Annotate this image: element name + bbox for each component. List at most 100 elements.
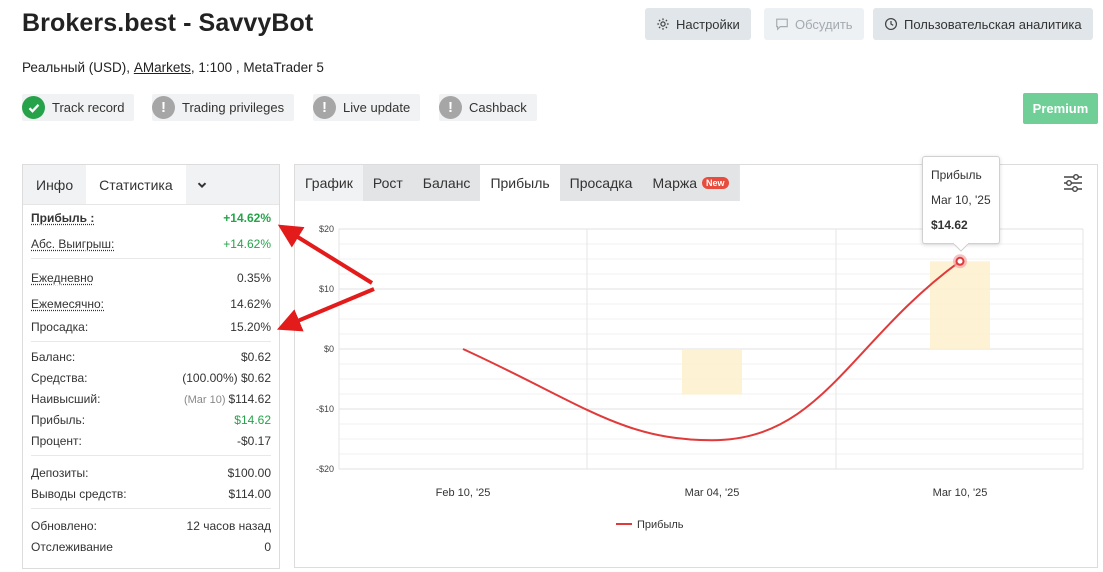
page-title: Brokers.best - SavvyBot bbox=[22, 9, 314, 37]
tab-chart-4[interactable]: Просадка bbox=[559, 165, 643, 201]
clock-icon bbox=[884, 17, 898, 31]
stat-label: Обновлено: bbox=[31, 518, 97, 533]
stat-value: 0.35% bbox=[236, 270, 271, 285]
stat-label: Просадка: bbox=[31, 319, 89, 334]
stat-row-profit: Прибыль: $14.62 bbox=[31, 409, 271, 430]
badge-label: Trading privileges bbox=[182, 100, 285, 115]
account-info: Реальный (USD), AMarkets, 1:100 , MetaTr… bbox=[22, 60, 324, 75]
stat-row-balance: Баланс: $0.62 bbox=[31, 346, 271, 367]
tab-chart-1[interactable]: Рост bbox=[362, 165, 413, 201]
stat-value: $114.62 bbox=[228, 391, 272, 406]
chart-tooltip: Прибыль Mar 10, '25 $14.62 bbox=[922, 156, 1000, 244]
exclamation-icon: ! bbox=[313, 96, 336, 119]
badge-cashback[interactable]: ! Cashback bbox=[439, 94, 537, 121]
exclamation-icon: ! bbox=[439, 96, 462, 119]
stat-row-monthly: Ежемесячно: 14.62% bbox=[31, 293, 271, 314]
stat-label: Процент: bbox=[31, 433, 82, 448]
stat-label: Наивысший: bbox=[31, 391, 101, 406]
stat-label[interactable]: Абс. Выигрыш: bbox=[31, 237, 114, 251]
stat-label[interactable]: Ежедневно bbox=[31, 271, 93, 285]
tooltip-value: $14.62 bbox=[931, 218, 968, 232]
tab-chart-3[interactable]: Прибыль bbox=[480, 165, 560, 201]
stats-group-meta: Обновлено: 12 часов назад Отслеживание 0 bbox=[31, 509, 271, 561]
badge-label: Track record bbox=[52, 100, 125, 115]
tab-label: График bbox=[305, 175, 353, 191]
tab-label: Прибыль bbox=[490, 175, 550, 191]
stat-row-gain: Прибыль : +14.62% bbox=[31, 207, 271, 228]
stat-value: $0.62 bbox=[240, 370, 271, 385]
tab-chart-2[interactable]: Баланс bbox=[412, 165, 481, 201]
stat-value: 14.62% bbox=[230, 296, 271, 311]
discuss-label: Обсудить bbox=[795, 16, 853, 32]
stat-row-withdrawals: Выводы средств: $114.00 bbox=[31, 483, 271, 504]
stat-row-deposits: Депозиты: $100.00 bbox=[31, 462, 271, 483]
highest-date: (Mar 10) bbox=[183, 393, 226, 406]
broker-link[interactable]: AMarkets bbox=[134, 60, 191, 75]
stat-label: Средства: bbox=[31, 370, 88, 385]
stat-value: -$0.17 bbox=[236, 433, 271, 448]
settings-button[interactable]: Настройки bbox=[645, 8, 751, 40]
stat-label: Прибыль: bbox=[31, 412, 86, 427]
stat-value: $114.00 bbox=[228, 486, 272, 501]
tooltip-date: Mar 10, '25 bbox=[931, 193, 991, 207]
stat-label: Выводы средств: bbox=[31, 486, 127, 501]
analytics-label: Пользовательская аналитика bbox=[904, 16, 1082, 32]
analytics-button[interactable]: Пользовательская аналитика bbox=[873, 8, 1093, 40]
chart-settings-button[interactable] bbox=[1063, 173, 1083, 193]
tooltip-title: Прибыль bbox=[931, 168, 982, 182]
stat-row-highest: Наивысший: (Mar 10) $114.62 bbox=[31, 388, 271, 409]
stat-label: Отслеживание bbox=[31, 539, 113, 554]
stat-label[interactable]: Прибыль : bbox=[31, 211, 94, 225]
stat-row-drawdown: Просадка: 15.20% bbox=[31, 316, 271, 337]
tab-label: Баланс bbox=[422, 175, 471, 191]
exclamation-icon: ! bbox=[152, 96, 175, 119]
stat-label: Баланс: bbox=[31, 349, 76, 364]
stat-value: +14.62% bbox=[223, 210, 271, 225]
stat-value: $100.00 bbox=[227, 465, 271, 480]
stat-value: 0 bbox=[264, 539, 271, 554]
tab-label: Просадка bbox=[569, 175, 633, 191]
badge-live-update[interactable]: ! Live update bbox=[313, 94, 421, 121]
stat-row-daily: Ежедневно 0.35% bbox=[31, 267, 271, 288]
stat-value: 15.20% bbox=[230, 319, 271, 334]
stat-row-updated: Обновлено: 12 часов назад bbox=[31, 515, 271, 536]
stat-row-equity: Средства: (100.00%) $0.62 bbox=[31, 367, 271, 388]
tabs-more-button[interactable] bbox=[186, 165, 218, 204]
gear-icon bbox=[657, 18, 669, 30]
tab-label: Маржа bbox=[652, 175, 698, 191]
sliders-icon bbox=[1064, 174, 1082, 192]
stat-label: Депозиты: bbox=[31, 465, 89, 480]
stat-value: 12 часов назад bbox=[186, 518, 271, 533]
stats-group-deposits: Депозиты: $100.00 Выводы средств: $114.00 bbox=[31, 456, 271, 509]
check-icon bbox=[22, 96, 45, 119]
stat-row-interest: Процент: -$0.17 bbox=[31, 430, 271, 451]
stats-panel: Инфо Статистика Прибыль : +14.62% Абс. Вы… bbox=[22, 164, 280, 569]
account-details: , 1:100 , MetaTrader 5 bbox=[190, 60, 324, 75]
settings-label: Настройки bbox=[676, 16, 740, 32]
badge-label: Cashback bbox=[469, 100, 527, 115]
stat-value: $0.62 bbox=[240, 349, 271, 364]
tab-chart-5[interactable]: Маржа New bbox=[642, 165, 739, 201]
stats-group-gain: Прибыль : +14.62% Абс. Выигрыш: +14.62% bbox=[31, 205, 271, 259]
tab-statistics[interactable]: Статистика bbox=[86, 165, 186, 204]
account-type: Реальный (USD), bbox=[22, 60, 131, 75]
stat-value: $14.62 bbox=[234, 412, 271, 427]
stat-label[interactable]: Ежемесячно: bbox=[31, 297, 104, 311]
stat-value: +14.62% bbox=[223, 236, 271, 251]
discuss-button[interactable]: Обсудить bbox=[764, 8, 864, 40]
tab-info[interactable]: Инфо bbox=[23, 165, 86, 204]
stats-group-money: Баланс: $0.62 Средства: (100.00%) $0.62 На… bbox=[31, 342, 271, 456]
chevron-down-icon bbox=[197, 181, 206, 188]
badge-track-record[interactable]: Track record bbox=[22, 94, 135, 121]
stats-tabs: Инфо Статистика bbox=[23, 165, 279, 205]
premium-button[interactable]: Premium bbox=[1023, 93, 1098, 124]
badge-trading-privileges[interactable]: ! Trading privileges bbox=[152, 94, 295, 121]
comment-icon bbox=[776, 18, 788, 31]
equity-percent: (100.00%) bbox=[182, 370, 238, 385]
tab-chart-0[interactable]: График bbox=[295, 165, 363, 201]
tab-label: Рост bbox=[372, 175, 403, 191]
new-badge: New bbox=[702, 177, 729, 189]
stat-row-abs-gain: Абс. Выигрыш: +14.62% bbox=[31, 233, 271, 254]
stat-row-tracking: Отслеживание 0 bbox=[31, 536, 271, 557]
chart-tabs: График Рост Баланс Прибыль Просадка Маржа New bbox=[295, 165, 740, 201]
